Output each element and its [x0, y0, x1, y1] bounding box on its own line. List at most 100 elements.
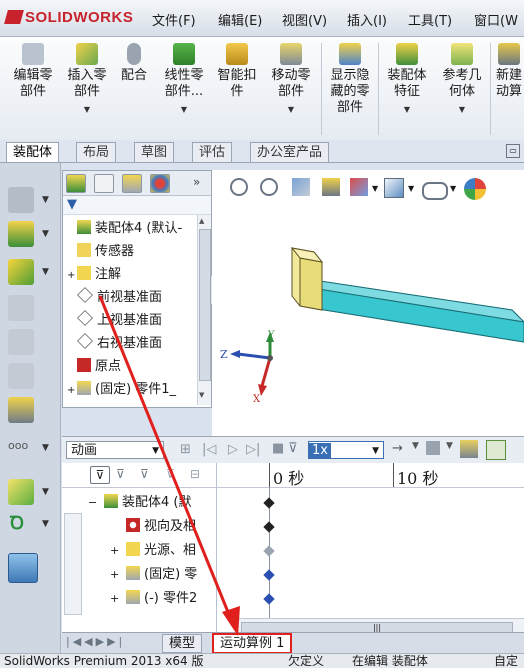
keyframe-marker[interactable]	[263, 593, 275, 605]
keyframe-marker[interactable]	[263, 521, 275, 533]
tab-assembly[interactable]: 装配体	[6, 142, 60, 162]
play-to-end-icon[interactable]: ▷|	[246, 442, 260, 457]
scroll-down-icon[interactable]: ▼	[199, 391, 204, 399]
move-component-button[interactable]: 移动零 部件 ▼	[266, 43, 316, 118]
menu-view[interactable]: 视图(V)	[282, 10, 327, 29]
play-from-start-icon[interactable]: |◁	[202, 442, 216, 457]
more-tools-icon[interactable]: ooo	[8, 439, 28, 452]
scrollbar-thumb[interactable]	[199, 229, 211, 381]
tree-item[interactable]: 上视基准面	[63, 309, 162, 332]
tab-layout[interactable]: 布局	[76, 142, 117, 162]
menu-edit[interactable]: 编辑(E)	[218, 10, 262, 29]
tab-sketch[interactable]: 草图	[134, 142, 175, 162]
expand-icon[interactable]: +	[67, 379, 77, 402]
chevron-down-icon[interactable]: ▼	[42, 267, 49, 277]
smart-fastener-button[interactable]: 智能扣件	[214, 43, 260, 100]
animation-wizard-icon[interactable]	[460, 440, 478, 458]
scroll-up-icon[interactable]: ▲	[199, 217, 204, 225]
graphics-area[interactable]: ▼ ▼ ▼ Y Z X	[212, 170, 524, 436]
collapse-ribbon-icon[interactable]: ▭	[506, 144, 520, 158]
study-type-select[interactable]: 动画 ▼	[66, 441, 164, 459]
expand-icon[interactable]: +	[67, 264, 77, 287]
menu-window[interactable]: 窗口(W	[474, 10, 518, 29]
expand-icon[interactable]: −	[88, 491, 100, 514]
keyframe-marker[interactable]	[263, 497, 275, 509]
filter-results-icon[interactable]: ⊽	[166, 467, 175, 481]
motion-tree-item[interactable]: + (固定) 零	[110, 563, 197, 586]
chevron-down-icon[interactable]: ▼	[42, 487, 49, 497]
save-animation-icon[interactable]	[426, 441, 440, 455]
assembly-feature-button[interactable]: 装配体 特征 ▼	[383, 43, 431, 118]
model-canvas[interactable]: Y Z X	[212, 170, 524, 436]
configuration-manager-tab-icon[interactable]	[122, 174, 142, 193]
tree-item[interactable]: 前视基准面	[63, 286, 162, 309]
feature-tree-tab-icon[interactable]	[66, 174, 86, 193]
chevron-down-icon[interactable]: ▼	[42, 443, 49, 453]
new-motion-study-button[interactable]: 新建 动算	[494, 43, 524, 100]
section-view-icon[interactable]	[8, 295, 34, 321]
reference-geometry-icon[interactable]	[8, 479, 34, 505]
autokey-icon[interactable]	[486, 440, 506, 460]
feature-tree-scrollbar[interactable]: ▲ ▼	[197, 215, 211, 405]
display-manager-tab-icon[interactable]	[150, 174, 170, 193]
tree-item[interactable]: 装配体4 (默认-	[63, 217, 182, 240]
show-hidden-components-button[interactable]: 显示隐 藏的零 部件	[326, 43, 374, 116]
filter-icon[interactable]: ▼	[67, 197, 77, 212]
keyframe-marker[interactable]	[263, 545, 275, 557]
motion-study-icon[interactable]	[8, 553, 38, 583]
edit-component-button[interactable]: 编辑零 部件	[8, 43, 58, 100]
motion-tree-item[interactable]: + 光源、相	[110, 539, 196, 562]
hide-show-icon[interactable]	[8, 329, 34, 355]
tree-item[interactable]: + 注解	[63, 263, 121, 286]
tab-office-products[interactable]: 办公室产品	[250, 142, 330, 162]
expand-icon[interactable]: +	[110, 587, 122, 610]
tree-filter-bar[interactable]: ▼	[63, 196, 211, 215]
chevron-right-icon[interactable]: »	[193, 175, 200, 189]
chevron-down-icon[interactable]: ▼	[42, 229, 49, 239]
timeline-area[interactable]: 0 秒 10 秒 |||	[217, 463, 524, 637]
tab-evaluate[interactable]: 评估	[192, 142, 233, 162]
playback-speed-select[interactable]: 1x ▼	[308, 441, 384, 459]
property-manager-tab-icon[interactable]	[94, 174, 114, 193]
playback-mode-icon[interactable]: ⊽	[288, 441, 298, 456]
tab-motion-study-1[interactable]: 运动算例 1	[212, 633, 293, 654]
curve-icon[interactable]: Ꝺ	[10, 511, 24, 535]
tab-scroll-arrows-icon[interactable]: |◀◀▶▶|	[66, 635, 125, 648]
display-style-icon[interactable]	[8, 259, 34, 285]
mate-button[interactable]: 配合	[116, 43, 152, 84]
motion-tree-item[interactable]: 视向及相	[110, 515, 196, 538]
time-bar[interactable]	[269, 487, 270, 637]
reference-geometry-button[interactable]: 参考几 何体 ▼	[438, 43, 486, 118]
menu-tools[interactable]: 工具(T)	[408, 10, 452, 29]
play-icon[interactable]: ▷	[228, 442, 238, 457]
insert-component-button[interactable]: 插入零 部件 ▼	[62, 43, 112, 118]
motion-tree-item[interactable]: + (-) 零件2	[110, 587, 197, 610]
filter-driving-icon[interactable]: ⊽	[116, 467, 125, 481]
smart-dimension-icon[interactable]	[8, 397, 34, 423]
motion-tree-item[interactable]: − 装配体4 (默	[88, 491, 191, 514]
stop-icon[interactable]: ■	[272, 441, 284, 456]
tab-model[interactable]: 模型	[162, 634, 203, 653]
chevron-down-icon[interactable]: ▼	[42, 195, 49, 205]
menu-insert[interactable]: 插入(I)	[347, 10, 387, 29]
tree-item[interactable]: 原点	[63, 355, 121, 378]
expand-icon[interactable]: +	[110, 563, 122, 586]
filter-animated-icon[interactable]: ⊽	[90, 466, 110, 484]
tree-item[interactable]: + (固定) 零件1_	[63, 378, 176, 401]
next-arrow-icon[interactable]: →	[392, 441, 403, 456]
motion-tree-scrollbar[interactable]	[64, 513, 82, 615]
keyframe-marker[interactable]	[263, 569, 275, 581]
chevron-down-icon[interactable]: ▼	[42, 519, 49, 529]
tree-item[interactable]: 右视基准面	[63, 332, 162, 355]
linear-pattern-button[interactable]: 线性零 部件... ▼	[158, 43, 210, 118]
expand-icon[interactable]: +	[110, 539, 122, 562]
filter-selected-icon[interactable]: ⊽	[140, 467, 149, 481]
component-icon[interactable]	[8, 187, 34, 213]
edit-appearance-icon[interactable]	[8, 363, 34, 389]
tree-item[interactable]: 传感器	[63, 240, 134, 263]
menu-file[interactable]: 文件(F)	[152, 10, 196, 29]
view-orientation-icon[interactable]	[8, 221, 34, 247]
chevron-down-icon[interactable]: ▼	[412, 441, 419, 451]
solidworks-logo[interactable]: SOLIDWORKS	[4, 9, 133, 26]
chevron-down-icon[interactable]: ▼	[446, 441, 453, 451]
